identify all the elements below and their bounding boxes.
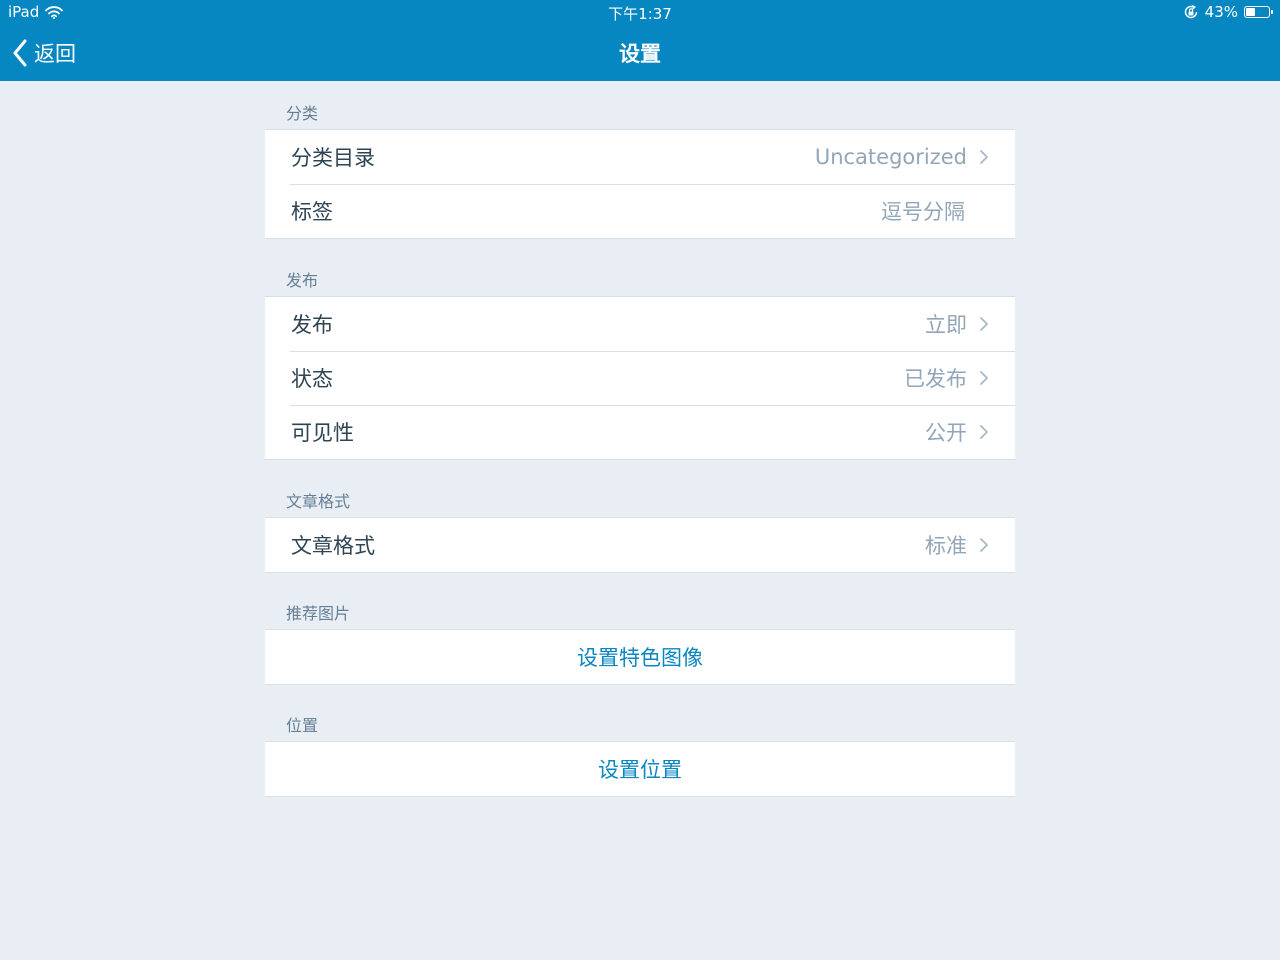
- set-location-button[interactable]: 设置位置: [265, 742, 1015, 796]
- tags-input-placeholder: 逗号分隔: [881, 200, 965, 224]
- row-publish-date-label: 发布: [291, 313, 333, 337]
- row-visibility[interactable]: 可见性 公开: [265, 405, 1015, 459]
- set-location-label: 设置位置: [598, 758, 682, 782]
- post-format-group: 文章格式 标准: [265, 517, 1015, 573]
- chevron-right-icon: [980, 425, 988, 439]
- row-category[interactable]: 分类目录 Uncategorized: [265, 130, 1015, 184]
- set-featured-image-label: 设置特色图像: [577, 646, 703, 670]
- set-featured-image-button[interactable]: 设置特色图像: [265, 630, 1015, 684]
- row-visibility-value: 公开: [925, 421, 967, 445]
- category-group: 分类目录 Uncategorized 标签 逗号分隔: [265, 129, 1015, 239]
- rotation-lock-icon: [1184, 4, 1197, 19]
- row-status[interactable]: 状态 已发布: [265, 351, 1015, 405]
- row-post-format-value: 标准: [925, 534, 967, 558]
- location-group: 设置位置: [265, 741, 1015, 797]
- section-header-category: 分类: [286, 104, 319, 123]
- publish-group: 发布 立即 状态 已发布 可见性 公开: [265, 296, 1015, 460]
- chevron-right-icon: [980, 150, 988, 164]
- battery-percent: 43%: [1204, 3, 1238, 21]
- section-header-location: 位置: [286, 716, 319, 735]
- row-tags-label: 标签: [291, 200, 333, 224]
- row-visibility-label: 可见性: [291, 421, 354, 445]
- chevron-right-icon: [980, 371, 988, 385]
- row-status-value: 已发布: [904, 367, 967, 391]
- featured-image-group: 设置特色图像: [265, 629, 1015, 685]
- battery-level-fill: [1246, 8, 1255, 16]
- row-post-format[interactable]: 文章格式 标准: [265, 518, 1015, 572]
- row-publish-date[interactable]: 发布 立即: [265, 297, 1015, 351]
- chevron-right-icon: [980, 317, 988, 331]
- top-bar: iPad 下午1:37 43% 返回 设置: [0, 0, 1280, 81]
- status-bar-right: 43%: [1183, 3, 1273, 21]
- row-publish-date-value: 立即: [925, 313, 967, 337]
- battery-icon: [1244, 6, 1273, 18]
- section-header-featured-image: 推荐图片: [286, 604, 351, 623]
- section-header-publish: 发布: [286, 271, 319, 290]
- chevron-right-icon: [980, 538, 988, 552]
- settings-list: 分类 分类目录 Uncategorized 标签 逗号分隔 发布 发布 立即 状…: [265, 81, 1015, 797]
- section-header-post-format: 文章格式: [286, 492, 351, 511]
- row-category-value: Uncategorized: [814, 145, 967, 169]
- row-tags[interactable]: 标签 逗号分隔: [265, 184, 1015, 238]
- row-category-label: 分类目录: [291, 146, 375, 170]
- row-status-label: 状态: [291, 367, 333, 391]
- status-time: 下午1:37: [608, 5, 672, 23]
- page-title: 设置: [619, 42, 661, 66]
- row-post-format-label: 文章格式: [291, 534, 375, 558]
